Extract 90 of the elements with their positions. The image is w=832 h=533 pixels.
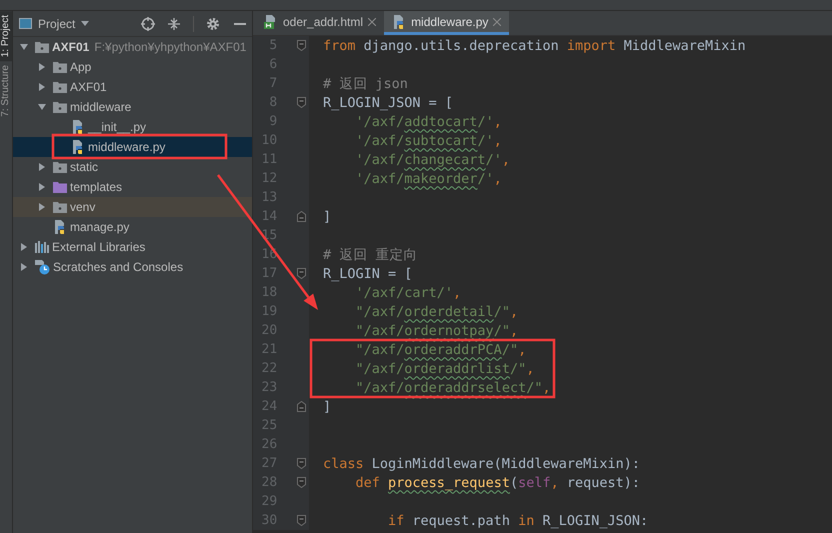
tree-item-label: static bbox=[70, 160, 98, 174]
tree-row[interactable]: Scratches and Consoles bbox=[13, 257, 252, 277]
fold-marker-icon[interactable] bbox=[296, 211, 306, 222]
fold-marker-icon[interactable] bbox=[296, 40, 306, 51]
tree-item-label: External Libraries bbox=[52, 240, 146, 254]
code-line: '/axf/subtocart/', bbox=[354, 132, 502, 148]
code-line: # 返回 重定向 bbox=[323, 246, 418, 264]
dropdown-caret-icon[interactable] bbox=[81, 21, 90, 26]
code-line: '/axf/makeorder/', bbox=[354, 170, 502, 186]
collapsed-arrow-icon[interactable] bbox=[38, 83, 46, 91]
fold-marker-icon[interactable] bbox=[296, 268, 306, 279]
code-line: "/axf/orderaddrlist/", bbox=[354, 360, 534, 376]
tree-item-label: App bbox=[70, 60, 92, 74]
tree-item-label: venv bbox=[70, 200, 96, 214]
folder-icon bbox=[53, 161, 67, 173]
panel-title[interactable]: Project bbox=[38, 16, 76, 30]
code-line: from django.utils.deprecation import MiddlewareMixin bbox=[323, 38, 746, 54]
tool-window-tab[interactable]: 1: Project bbox=[0, 11, 12, 62]
python-file-icon bbox=[53, 220, 67, 234]
tree-row[interactable]: AXF01 F:¥python¥yhpython¥AXF01 bbox=[13, 37, 252, 57]
project-path: F:¥python¥yhpython¥AXF01 bbox=[94, 40, 246, 54]
tree-item-label: middleware.py bbox=[88, 140, 166, 154]
fold-marker-icon[interactable] bbox=[296, 401, 306, 412]
fold-marker-icon[interactable] bbox=[296, 477, 306, 488]
python-file-icon bbox=[71, 120, 85, 134]
code-line: "/axf/orderdetail/", bbox=[354, 304, 518, 320]
code-line: "/axf/orderaddrselect/", bbox=[354, 380, 551, 396]
code-line: '/axf/cart/', bbox=[354, 284, 462, 300]
tree-row[interactable]: External Libraries bbox=[13, 237, 252, 257]
selected-tree-row[interactable]: middleware.py bbox=[13, 137, 252, 157]
code-line: '/axf/addtocart/', bbox=[354, 114, 502, 130]
tab-label: oder_addr.html bbox=[283, 14, 364, 28]
code-line: R_LOGIN_JSON = [ bbox=[323, 94, 454, 110]
collapsed-arrow-icon[interactable] bbox=[38, 163, 46, 171]
code-line: '/axf/changecart/', bbox=[354, 152, 510, 168]
settings-icon[interactable] bbox=[206, 16, 220, 30]
tree-item-label: manage.py bbox=[70, 220, 130, 234]
code-line: if request.path in R_LOGIN_JSON: bbox=[387, 512, 648, 528]
minimize-icon[interactable] bbox=[234, 22, 246, 24]
folder-icon bbox=[53, 61, 67, 73]
editor-tab[interactable]: middleware.py bbox=[384, 11, 510, 35]
code-line: ] bbox=[323, 208, 332, 224]
tool-window-tab[interactable]: 7: Structure bbox=[0, 61, 12, 121]
expanded-arrow-icon[interactable] bbox=[38, 103, 46, 111]
code-line: class LoginMiddleware(MiddlewareMixin): bbox=[323, 456, 640, 472]
fold-marker-icon[interactable] bbox=[296, 515, 306, 526]
expanded-arrow-icon[interactable] bbox=[20, 43, 28, 51]
excluded-tree-row[interactable]: venv bbox=[13, 197, 252, 217]
tree-row[interactable]: manage.py bbox=[13, 217, 252, 237]
crosshair-icon[interactable] bbox=[141, 16, 155, 30]
code-line: R_LOGIN = [ bbox=[323, 266, 412, 282]
collapsed-arrow-icon[interactable] bbox=[20, 263, 28, 271]
fold-marker-icon[interactable] bbox=[296, 458, 306, 469]
clock-file-icon bbox=[35, 260, 50, 274]
tree-row[interactable]: AXF01 bbox=[13, 77, 252, 97]
collapsed-arrow-icon[interactable] bbox=[38, 63, 46, 71]
code-line: def process_request(self, request): bbox=[354, 474, 640, 490]
python-file-icon bbox=[71, 140, 85, 154]
library-icon bbox=[35, 241, 49, 253]
tree-row[interactable]: templates bbox=[13, 177, 252, 197]
tree-item-label: AXF01 bbox=[70, 80, 107, 94]
folder-icon bbox=[53, 101, 67, 113]
code-line: "/axf/orderaddrPCA/", bbox=[354, 342, 526, 358]
tree-item-label: middleware bbox=[70, 100, 132, 114]
collapsed-arrow-icon[interactable] bbox=[38, 183, 46, 191]
collapsed-arrow-icon[interactable] bbox=[20, 243, 28, 251]
close-icon[interactable] bbox=[368, 18, 376, 26]
folder-icon bbox=[53, 201, 67, 213]
editor-tab[interactable]: oder_addr.html bbox=[256, 11, 384, 35]
collapsed-arrow-icon[interactable] bbox=[38, 203, 46, 211]
folder-icon bbox=[53, 181, 67, 193]
tree-row[interactable]: __init__.py bbox=[13, 117, 252, 137]
tree-item-label: templates bbox=[70, 180, 122, 194]
code-line: "/axf/ordernotpay/", bbox=[354, 322, 518, 338]
tree-row[interactable]: static bbox=[13, 157, 252, 177]
close-icon[interactable] bbox=[493, 18, 502, 26]
fold-marker-icon[interactable] bbox=[296, 97, 306, 108]
window-icon bbox=[19, 18, 32, 29]
project-name: AXF01 bbox=[52, 40, 90, 54]
tree-row[interactable]: App bbox=[13, 57, 252, 77]
code-line: # 返回 json bbox=[323, 74, 408, 92]
tree-row[interactable]: middleware bbox=[13, 97, 252, 117]
html-file-icon bbox=[264, 14, 278, 28]
code-line: ] bbox=[323, 398, 332, 414]
tree-item-label: __init__.py bbox=[88, 120, 146, 134]
folder-icon bbox=[53, 81, 67, 93]
tree-item-label: Scratches and Consoles bbox=[53, 260, 184, 274]
collapse-all-icon[interactable] bbox=[167, 16, 181, 30]
folder-icon bbox=[35, 41, 49, 53]
tab-label: middleware.py bbox=[411, 14, 488, 28]
